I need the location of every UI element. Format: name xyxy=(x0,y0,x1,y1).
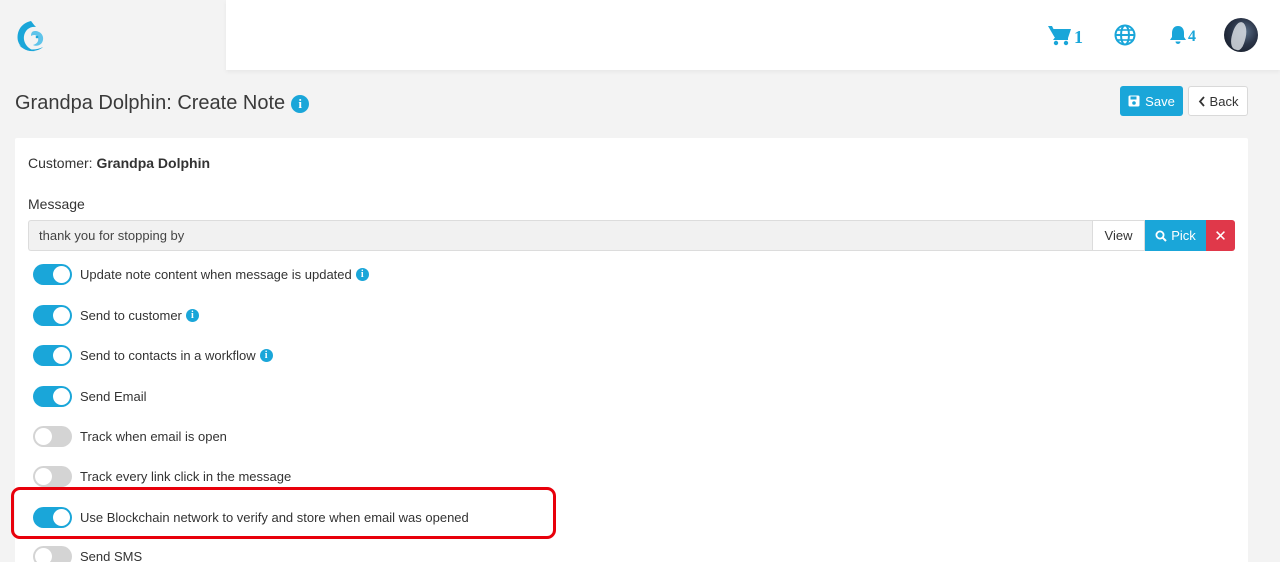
language-button[interactable] xyxy=(1114,22,1136,48)
save-icon xyxy=(1128,95,1140,107)
toggle-row-track-clicks: Track every link click in the message xyxy=(33,465,291,487)
notifications-button[interactable]: 4 xyxy=(1169,22,1196,48)
cart-count: 1 xyxy=(1074,26,1083,47)
customer-name: Grandpa Dolphin xyxy=(96,155,211,171)
toggle-row-send-contacts: Send to contacts in a workflow i xyxy=(33,344,273,366)
toggle-row-update-note: Update note content when message is upda… xyxy=(33,263,369,285)
pick-button[interactable]: Pick xyxy=(1145,220,1206,251)
message-label: Message xyxy=(28,196,85,212)
back-button[interactable]: Back xyxy=(1188,86,1248,116)
chevron-left-icon xyxy=(1198,95,1205,107)
toggle-label: Track every link click in the message xyxy=(80,468,292,484)
track-open-toggle[interactable] xyxy=(33,425,72,447)
toggle-row-send-email: Send Email xyxy=(33,385,146,407)
page-title: Grandpa Dolphin: Create Note i xyxy=(15,92,310,115)
back-label: Back xyxy=(1209,93,1239,109)
close-icon: ✕ xyxy=(1214,227,1227,245)
toggle-label: Send SMS xyxy=(80,548,143,562)
toggle-row-send-customer: Send to customer i xyxy=(33,304,199,326)
info-icon[interactable]: i xyxy=(259,348,273,362)
logo-icon[interactable] xyxy=(13,19,49,53)
pick-label: Pick xyxy=(1171,228,1196,243)
view-button[interactable]: View xyxy=(1092,220,1145,251)
globe-icon xyxy=(1114,24,1136,46)
toggle-label: Use Blockchain network to verify and sto… xyxy=(80,509,469,525)
toggle-label: Send to customer xyxy=(80,307,182,323)
cart-button[interactable]: 1 xyxy=(1048,22,1083,48)
toggle-row-track-open: Track when email is open xyxy=(33,425,227,447)
update-note-toggle[interactable] xyxy=(33,263,72,285)
search-icon xyxy=(1155,230,1167,242)
send-to-contacts-toggle[interactable] xyxy=(33,344,72,366)
page-title-text: Grandpa Dolphin: Create Note xyxy=(15,92,286,114)
note-form-card: Customer: Grandpa Dolphin Message thank … xyxy=(15,138,1248,562)
top-navbar: 1 4 xyxy=(226,0,1280,70)
toggle-row-blockchain: Use Blockchain network to verify and sto… xyxy=(33,506,469,528)
clear-message-button[interactable]: ✕ xyxy=(1206,220,1235,251)
send-email-toggle[interactable] xyxy=(33,385,72,407)
save-label: Save xyxy=(1145,93,1175,109)
track-clicks-toggle[interactable] xyxy=(33,465,72,487)
toggle-label: Send Email xyxy=(80,388,147,404)
blockchain-toggle[interactable] xyxy=(33,506,72,528)
notifications-count: 4 xyxy=(1188,28,1196,45)
save-button[interactable]: Save xyxy=(1120,86,1183,116)
toggle-label: Update note content when message is upda… xyxy=(80,266,352,282)
cart-icon xyxy=(1048,26,1071,46)
send-sms-toggle[interactable] xyxy=(33,545,72,562)
customer-line: Customer: Grandpa Dolphin xyxy=(28,155,210,171)
logo-area xyxy=(0,0,226,70)
toggle-label: Track when email is open xyxy=(80,428,227,444)
send-to-customer-toggle[interactable] xyxy=(33,304,72,326)
toggle-row-send-sms: Send SMS xyxy=(33,545,142,562)
info-icon[interactable]: i xyxy=(185,308,199,322)
avatar[interactable] xyxy=(1224,18,1258,52)
message-input[interactable]: thank you for stopping by xyxy=(28,220,1093,251)
info-icon[interactable]: i xyxy=(291,94,310,113)
bell-icon xyxy=(1170,26,1186,44)
customer-label: Customer: xyxy=(28,155,93,171)
info-icon[interactable]: i xyxy=(355,267,369,281)
toggle-label: Send to contacts in a workflow xyxy=(80,347,256,363)
